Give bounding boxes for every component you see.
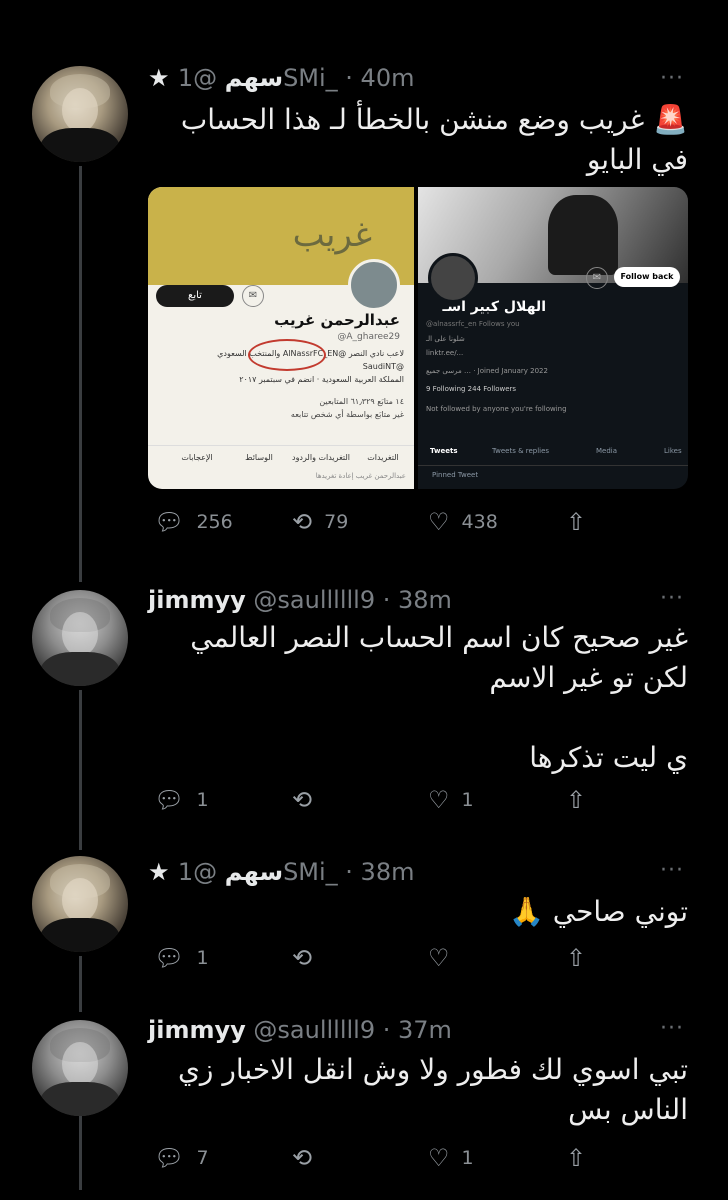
follow-button: تابع bbox=[156, 285, 234, 307]
avatar[interactable] bbox=[32, 856, 128, 952]
avatar[interactable] bbox=[32, 1020, 128, 1116]
mail-icon: ✉ bbox=[242, 285, 264, 307]
avatar[interactable] bbox=[32, 590, 128, 686]
handle-and-time[interactable]: @1SMi_ · 38m bbox=[178, 858, 415, 886]
like-button[interactable]: ♡ 1 bbox=[428, 786, 474, 814]
profile-tabs: Tweets Tweets & replies Media Likes bbox=[418, 439, 688, 466]
retweet-button[interactable]: ⟲ bbox=[292, 944, 324, 972]
reply-icon: 💬︎ bbox=[154, 508, 185, 536]
heart-icon: ♡ bbox=[428, 508, 450, 536]
thread-line bbox=[79, 1110, 82, 1190]
tweet-text: توني صاحي 🙏 bbox=[508, 895, 688, 928]
more-icon[interactable]: ··· bbox=[660, 858, 684, 883]
mail-icon: ✉ bbox=[586, 267, 608, 289]
thread-line bbox=[79, 690, 82, 850]
reply-icon: 💬︎ bbox=[154, 786, 185, 814]
share-icon: ⇧ bbox=[566, 1144, 587, 1172]
like-button[interactable]: ♡ 1 bbox=[428, 1144, 474, 1172]
reply-icon: 💬︎ bbox=[154, 944, 185, 972]
avatar bbox=[428, 253, 478, 303]
avatar bbox=[348, 259, 400, 311]
thread-line bbox=[79, 956, 82, 1012]
profile-tabs: التغريداتالتغريدات والردودالوسائطالإعجاب… bbox=[148, 445, 414, 470]
more-icon[interactable]: ··· bbox=[660, 586, 684, 611]
reply-icon: 💬︎ bbox=[154, 1144, 185, 1172]
pinned-label: Pinned Tweet bbox=[432, 471, 479, 479]
share-button[interactable]: ⇧ bbox=[566, 1144, 598, 1172]
tweet-text: غير صحيح كان اسم الحساب النصر العالمي لك… bbox=[190, 621, 688, 774]
more-icon[interactable]: ··· bbox=[660, 66, 684, 91]
reply-button[interactable]: 💬︎ 1 bbox=[154, 944, 209, 972]
tweet-text: تبي اسوي لك فطور ولا وش انقل الاخبار زي … bbox=[177, 1053, 688, 1126]
display-name[interactable]: jimmyy bbox=[148, 586, 246, 614]
avatar[interactable] bbox=[32, 66, 128, 162]
share-icon: ⇧ bbox=[566, 508, 587, 536]
retweet-icon: ⟲ bbox=[292, 944, 313, 972]
share-button[interactable]: ⇧ bbox=[566, 786, 598, 814]
retweet-button[interactable]: ⟲ bbox=[292, 1144, 324, 1172]
retweet-button[interactable]: ⟲ bbox=[292, 786, 324, 814]
tweet-header: jimmyy @saullllll9 · 38m bbox=[148, 586, 452, 614]
share-button[interactable]: ⇧ bbox=[566, 508, 598, 536]
retweet-button[interactable]: ⟲ 79 bbox=[292, 508, 348, 536]
share-icon: ⇧ bbox=[566, 944, 587, 972]
heart-icon: ♡ bbox=[428, 944, 450, 972]
handle-and-time[interactable]: @saullllll9 · 37m bbox=[253, 1016, 452, 1044]
red-circle-annotation bbox=[248, 339, 326, 371]
display-name[interactable]: jimmyy bbox=[148, 1016, 246, 1044]
share-icon: ⇧ bbox=[566, 786, 587, 814]
like-button[interactable]: ♡ 438 bbox=[428, 508, 498, 536]
tweet-header: ★ سهم @1SMi_ · 38m bbox=[148, 858, 414, 886]
handle-and-time[interactable]: @1SMi_ · 40m bbox=[178, 64, 415, 92]
like-button[interactable]: ♡ bbox=[428, 944, 462, 972]
retweet-icon: ⟲ bbox=[292, 508, 313, 536]
retweet-icon: ⟲ bbox=[292, 1144, 313, 1172]
heart-icon: ♡ bbox=[428, 1144, 450, 1172]
heart-icon: ♡ bbox=[428, 786, 450, 814]
follow-back-button: Follow back bbox=[614, 267, 680, 287]
share-button[interactable]: ⇧ bbox=[566, 944, 598, 972]
media-attachment[interactable]: غريب تابع ✉ عبدالرحمن غريب @A_gharee29 ل… bbox=[148, 187, 688, 489]
thread-line bbox=[79, 166, 82, 582]
media-image-right[interactable]: ✉ Follow back الهلال كبير اسـ @alnassrfc… bbox=[418, 187, 688, 489]
tweet-text: 🚨 غريب وضع منشن بالخطأ لـ هذا الحساب في … bbox=[180, 103, 688, 176]
reply-button[interactable]: 💬︎ 7 bbox=[154, 1144, 209, 1172]
tweet-header: jimmyy @saullllll9 · 37m bbox=[148, 1016, 452, 1044]
handle-and-time[interactable]: @saullllll9 · 38m bbox=[253, 586, 452, 614]
retweet-icon: ⟲ bbox=[292, 786, 313, 814]
tweet-header: ★ سهم @1SMi_ · 40m bbox=[148, 64, 414, 92]
reply-button[interactable]: 💬︎ 256 bbox=[154, 508, 233, 536]
media-image-left[interactable]: غريب تابع ✉ عبدالرحمن غريب @A_gharee29 ل… bbox=[148, 187, 414, 489]
reply-button[interactable]: 💬︎ 1 bbox=[154, 786, 209, 814]
more-icon[interactable]: ··· bbox=[660, 1016, 684, 1041]
